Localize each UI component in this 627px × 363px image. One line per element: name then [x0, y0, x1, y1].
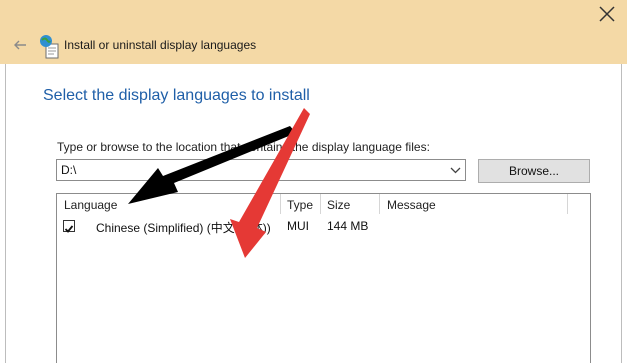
language-checkbox[interactable] [63, 220, 75, 233]
column-separator[interactable] [280, 194, 281, 214]
window-title: Install or uninstall display languages [64, 38, 257, 52]
back-arrow-icon[interactable] [12, 37, 28, 53]
column-header-type[interactable]: Type [287, 196, 313, 214]
left-border [5, 64, 6, 363]
column-header-message[interactable]: Message [387, 196, 436, 214]
column-separator[interactable] [567, 194, 568, 214]
page-heading: Select the display languages to install [43, 87, 310, 104]
location-combobox[interactable]: D:\ [56, 159, 466, 181]
browse-button[interactable]: Browse... [478, 159, 590, 183]
window-titlebar: Install or uninstall display languages [0, 0, 627, 64]
column-header-language[interactable]: Language [64, 196, 117, 214]
close-icon[interactable] [595, 2, 619, 26]
column-separator[interactable] [320, 194, 321, 214]
size-cell: 144 MB [327, 219, 369, 233]
location-value[interactable]: D:\ [61, 163, 76, 177]
column-separator[interactable] [379, 194, 380, 214]
language-cell[interactable]: Chinese (Simplified) (中文(简体)) [96, 219, 271, 236]
globe-document-icon [40, 35, 59, 59]
chevron-down-icon[interactable] [450, 165, 461, 175]
type-cell: MUI [287, 219, 309, 233]
location-label: Type or browse to the location that cont… [57, 140, 430, 154]
checkmark-icon [64, 225, 74, 233]
right-border [621, 64, 622, 363]
column-header-size[interactable]: Size [327, 196, 350, 214]
language-list: Language Type Size Message Chinese (Simp… [56, 193, 591, 363]
